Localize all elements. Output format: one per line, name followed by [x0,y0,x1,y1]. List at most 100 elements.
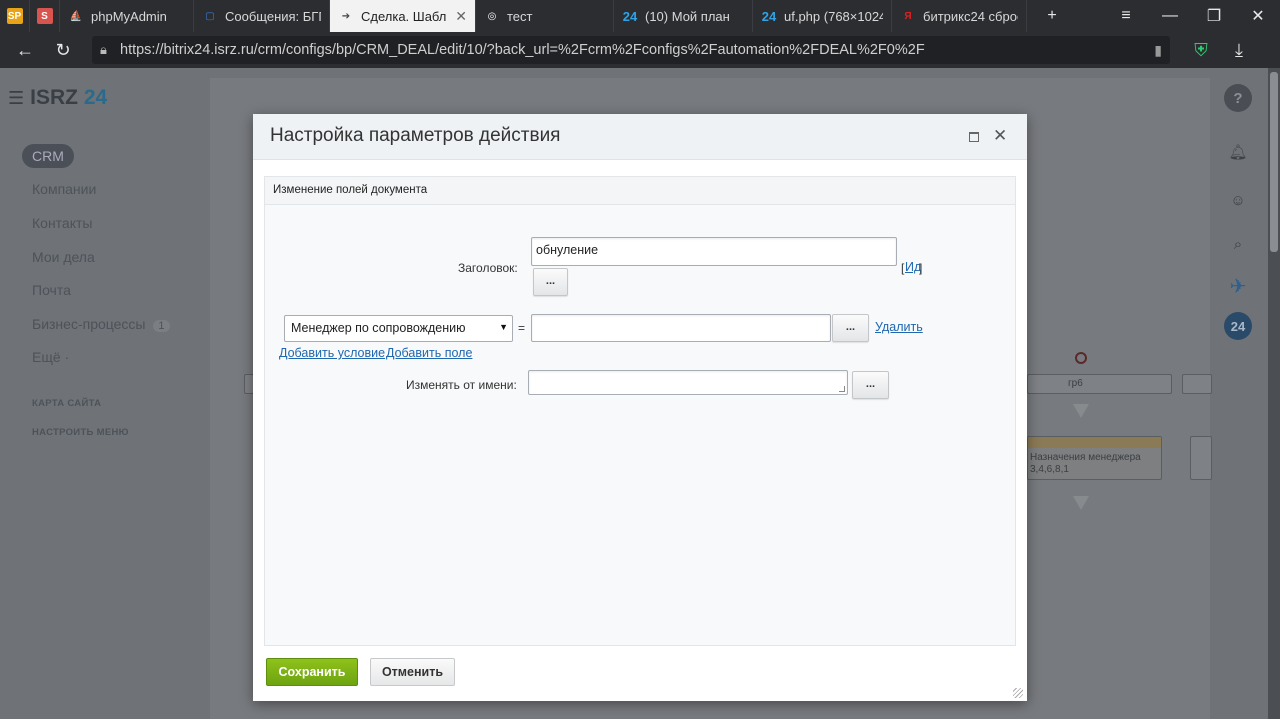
menu-item-more[interactable]: Ещё · [32,349,69,365]
sitemap-link[interactable]: КАРТА САЙТА [32,398,101,409]
field-select-value: Менеджер по сопровождению [291,321,466,335]
reload-icon[interactable]: ↻ [44,32,82,68]
page-scrollbar[interactable] [1268,68,1280,719]
bird-icon[interactable]: ✈ [1224,272,1252,300]
dialog-header: Настройка параметров действия ✕ [253,114,1027,160]
field-select[interactable]: Менеджер по сопровождению ▼ [284,315,513,342]
back-icon[interactable]: ← [6,32,44,68]
lock-icon: 🔒︎ [100,42,107,57]
equals-sign: = [518,321,526,335]
browser-tab-label: phpMyAdmin [91,8,167,24]
add-condition-link[interactable]: Добавить условие [279,346,385,360]
field-value-insert-button[interactable]: ... [832,314,869,342]
bookmark-icon[interactable]: ▮ [1154,42,1162,59]
search-icon[interactable]: ⌕ [1224,230,1252,258]
maximize-icon[interactable] [969,132,979,142]
logo[interactable]: ☰ ISRZ 24 [8,86,107,110]
browser-tab[interactable]: ⛵ phpMyAdmin [60,0,194,32]
arrow-down-icon [1073,404,1089,418]
url-text: https://bitrix24.isrz.ru/crm/configs/bp/… [120,42,925,58]
browser-tab-label: Сообщения: БГПУ [225,8,321,24]
download-icon[interactable]: ⤓ [1220,32,1258,68]
save-button[interactable]: Сохранить [266,658,358,686]
restore-icon[interactable]: ❐ [1192,0,1236,32]
menu-item-companies[interactable]: Компании [32,181,96,197]
dialog-title: Настройка параметров действия [270,125,561,146]
s-icon: S [36,8,53,24]
action-panel: Изменение полей документа Заголовок: обн… [264,176,1016,646]
window-controls: + ≡ — ❐ ✕ [1047,0,1280,32]
remove-icon [1075,352,1087,364]
workflow-label: гр6 [1068,378,1083,389]
cancel-button[interactable]: Отменить [370,658,455,686]
help-icon[interactable]: ? [1224,84,1252,112]
phpmyadmin-icon: ⛵ [69,10,83,22]
header-insert-button[interactable]: ... [533,268,568,296]
panel-title: Изменение полей документа [273,184,428,196]
browser-tab[interactable]: ▢ Сообщения: БГПУ [194,0,330,32]
browser-tab[interactable]: 24 uf.php (768×1024 [753,0,892,32]
header-input[interactable]: обнуление [531,237,897,266]
workflow-activity: Назначения менеджера 3,4,6,8,1 [1027,436,1162,480]
hamburger-icon[interactable]: ☰ [8,88,24,108]
browser-tab[interactable]: ◎ тест [476,0,614,32]
test-icon: ◎ [487,10,497,22]
bitrix24-icon: 24 [761,8,777,24]
browser-tab-label: битрикс24 сброс [923,8,1018,24]
browser-tab[interactable]: S [30,0,60,32]
minimize-icon[interactable]: — [1148,0,1192,32]
browser-tab-label: uf.php (768×1024 [784,8,883,24]
bitrix24-icon[interactable]: 24 [1224,312,1252,340]
browser-tab[interactable]: SP [0,0,30,32]
panel-header: Изменение полей документа [265,177,1015,205]
browser-tab-bar: SP S ⛵ phpMyAdmin ▢ Сообщения: БГПУ ➔ Сделка. Ш… [0,0,1280,32]
dialog-resize-handle[interactable] [1013,688,1023,698]
arrow-down-icon [1073,496,1089,510]
change-from-label: Изменять от имени: [406,378,517,392]
menu-icon[interactable]: ≡ [1104,0,1148,32]
tab-close-icon[interactable]: ✕ [455,8,467,25]
change-from-insert-button[interactable]: ... [852,371,889,399]
close-icon[interactable]: ✕ [993,126,1007,146]
bell-icon[interactable]: 🔔︎ [1224,138,1252,166]
workflow-activity-text: Назначения менеджера [1030,452,1141,463]
count-badge: 1 [153,320,170,332]
browser-tab[interactable]: Ябитрикс24 сброс [892,0,1027,32]
browser-tab[interactable]: ➔ Сделка. Шабло ✕ [330,0,476,32]
sp-icon: SP [6,8,23,24]
header-label: Заголовок: [458,261,518,275]
change-from-textarea[interactable] [528,370,848,395]
id-bracket-close: ] [919,261,923,275]
url-field[interactable]: 🔒︎ https://bitrix24.isrz.ru/crm/configs/… [92,36,1170,64]
add-field-link[interactable]: Добавить поле [386,346,472,360]
menu-item-crm[interactable]: CRM [22,144,74,168]
bitrix24-icon: 24 [622,8,638,24]
workflow-activity [1190,436,1212,480]
chat-icon[interactable]: ☺ [1224,186,1252,214]
delete-field-link[interactable]: Удалить [875,320,923,334]
left-menu: ☰ ISRZ 24 CRM Компании Контакты Мои дела … [0,68,210,719]
close-window-icon[interactable]: ✕ [1236,0,1280,32]
workflow-block [1182,374,1212,394]
right-toolbar: ? 🔔︎ ☺ ⌕ ✈ 24 [1212,68,1268,719]
menu-item-contacts[interactable]: Контакты [32,215,92,231]
field-value-input[interactable] [531,314,831,342]
configure-menu-link[interactable]: НАСТРОИТЬ МЕНЮ [32,427,129,438]
resize-grip-icon[interactable] [839,386,845,392]
workflow-activity-values: 3,4,6,8,1 [1030,464,1069,475]
browser-tab-label: тест [507,8,533,24]
shield-icon[interactable]: ⛨ [1182,32,1220,68]
menu-item-business-processes[interactable]: Бизнес-процессы 1 [32,316,170,332]
bitrix-arrow-icon: ➔ [341,10,351,22]
messages-icon: ▢ [205,10,215,22]
new-tab-icon[interactable]: + [1030,0,1074,32]
scrollbar-thumb[interactable] [1270,72,1278,252]
browser-tab[interactable]: 24 (10) Мой план [614,0,753,32]
dropdown-arrow-icon: ▼ [499,322,508,332]
menu-item-my-tasks[interactable]: Мои дела [32,249,95,265]
address-bar: ← ↻ 🔒︎ https://bitrix24.isrz.ru/crm/conf… [0,32,1280,68]
menu-item-mail[interactable]: Почта [32,282,71,298]
id-bracket-open: [ [901,261,905,275]
browser-tab-label: (10) Мой план [645,8,730,24]
yandex-icon: Я [904,10,912,22]
